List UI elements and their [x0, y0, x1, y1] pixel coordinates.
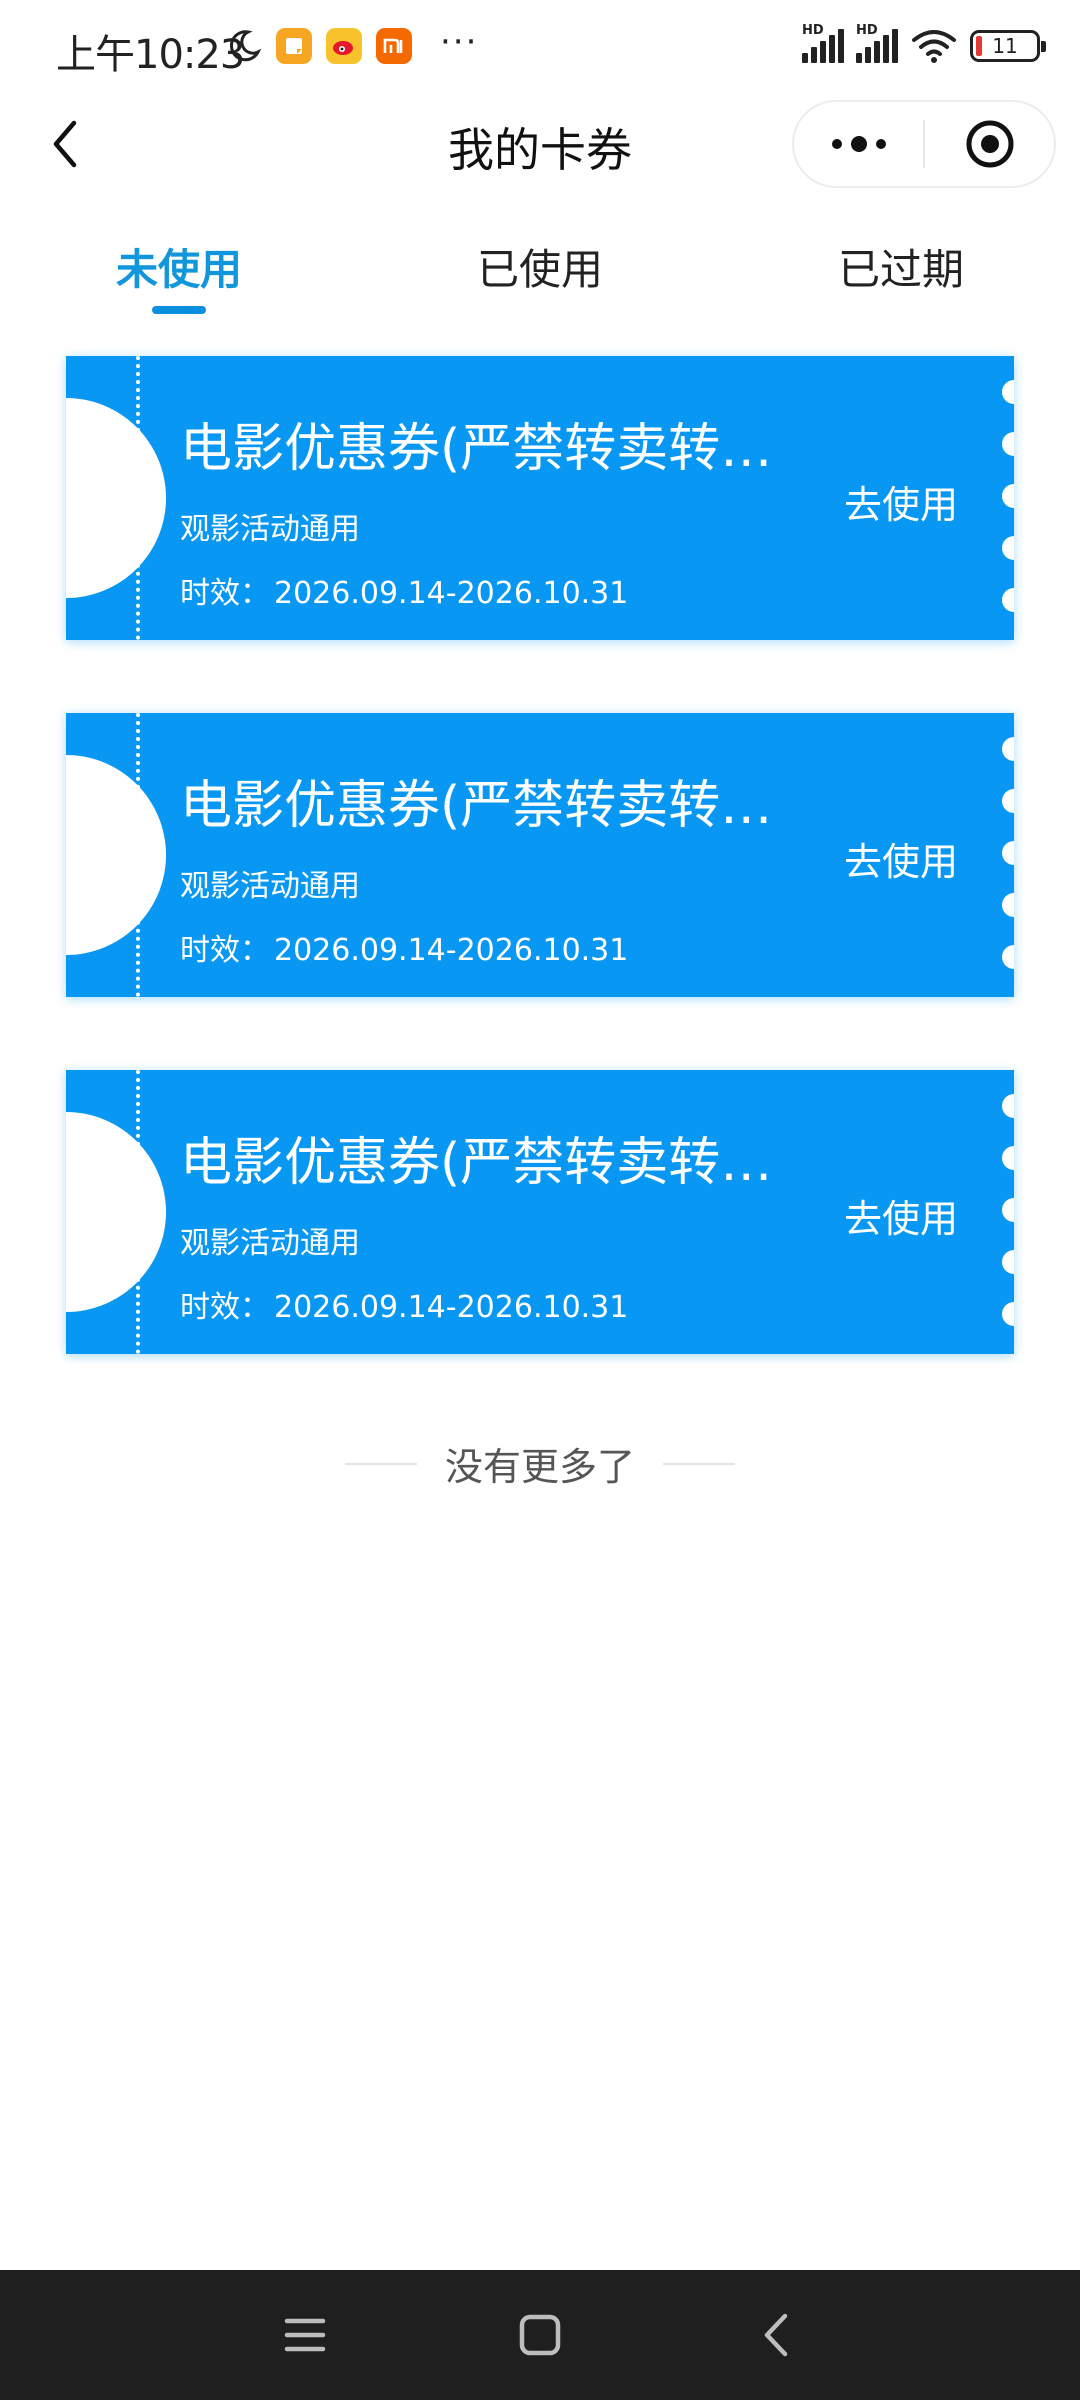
coupon-validity: 时效： 2026.09.14-2026.10.31 — [180, 568, 628, 612]
tab-expired[interactable]: 已过期 — [751, 236, 1051, 297]
list-end-indicator: 没有更多了 — [0, 1436, 1080, 1491]
status-time: 上午10:23 — [56, 32, 245, 78]
weibo-app-icon — [326, 28, 362, 64]
notes-app-icon — [276, 28, 312, 64]
coupon-validity: 时效： 2026.09.14-2026.10.31 — [180, 1282, 628, 1326]
coupon-validity: 时效： 2026.09.14-2026.10.31 — [180, 925, 628, 969]
tab-used[interactable]: 已使用 — [390, 236, 690, 297]
battery-level: 11 — [992, 34, 1018, 58]
back-icon — [764, 2313, 788, 2357]
tab-unused[interactable]: 未使用 — [29, 236, 329, 297]
coupon-perforation — [136, 356, 140, 640]
coupon-notch — [66, 755, 166, 955]
capsule-more-button[interactable] — [794, 102, 923, 186]
coupon-edge-teeth — [1002, 1094, 1014, 1354]
use-coupon-button[interactable]: 去使用 — [844, 831, 958, 886]
divider-line — [663, 1462, 735, 1465]
tab-active-indicator — [152, 306, 206, 314]
wifi-icon — [912, 30, 956, 63]
signal-1-label: HD — [802, 23, 824, 38]
list-end-text: 没有更多了 — [444, 1445, 635, 1489]
battery-icon: 11 — [970, 30, 1046, 62]
coupon-subtitle: 观影活动通用 — [180, 512, 360, 547]
coupon-validity-label: 时效： — [180, 933, 270, 968]
coupon-title: 电影优惠券(严禁转卖转… — [180, 776, 773, 836]
moon-icon — [229, 30, 262, 62]
coupon-title: 电影优惠券(严禁转卖转… — [180, 1133, 773, 1193]
mi-app-icon — [376, 28, 412, 64]
signal-2-label: HD — [856, 23, 878, 38]
coupon-notch — [66, 1112, 166, 1312]
signal-1-icon: HD — [802, 23, 844, 63]
use-coupon-button[interactable]: 去使用 — [844, 1188, 958, 1243]
coupon-card[interactable]: 电影优惠券(严禁转卖转… 观影活动通用 时效： 2026.09.14-2026.1… — [66, 713, 1014, 997]
coupon-edge-teeth — [1002, 737, 1014, 997]
miniprogram-capsule — [792, 100, 1056, 188]
page-header: 我的卡券 — [0, 96, 1080, 196]
capsule-close-button[interactable] — [925, 102, 1054, 186]
system-navigation-bar — [0, 2270, 1080, 2400]
more-notifications-icon: ··· — [440, 22, 479, 62]
coupon-perforation — [136, 713, 140, 997]
nav-back-button[interactable] — [740, 2300, 810, 2370]
use-coupon-button[interactable]: 去使用 — [844, 474, 958, 529]
signal-2-icon: HD — [856, 23, 898, 63]
coupon-validity-value: 2026.09.14-2026.10.31 — [274, 933, 629, 968]
coupon-validity-value: 2026.09.14-2026.10.31 — [274, 1290, 629, 1325]
coupon-validity-value: 2026.09.14-2026.10.31 — [274, 576, 629, 611]
nav-menu-button[interactable] — [270, 2300, 340, 2370]
divider-line — [344, 1462, 417, 1465]
coupon-title: 电影优惠券(严禁转卖转… — [180, 419, 773, 479]
status-bar: 上午10:23 ··· HD HD 11 — [0, 0, 1080, 96]
coupon-tabs: 未使用 已使用 已过期 — [0, 226, 1080, 316]
menu-icon — [284, 2318, 326, 2352]
coupon-edge-teeth — [1002, 380, 1014, 640]
target-circle-icon — [966, 120, 1013, 168]
coupon-validity-label: 时效： — [180, 576, 270, 611]
status-notification-icons — [226, 28, 412, 64]
more-dots-icon — [831, 136, 886, 152]
coupon-perforation — [136, 1070, 140, 1354]
coupon-card[interactable]: 电影优惠券(严禁转卖转… 观影活动通用 时效： 2026.09.14-2026.1… — [66, 356, 1014, 640]
coupon-validity-label: 时效： — [180, 1290, 270, 1325]
coupon-card[interactable]: 电影优惠券(严禁转卖转… 观影活动通用 时效： 2026.09.14-2026.1… — [66, 1070, 1014, 1354]
coupon-subtitle: 观影活动通用 — [180, 1226, 360, 1261]
nav-home-button[interactable] — [505, 2300, 575, 2370]
coupon-notch — [66, 398, 166, 598]
coupon-list: 电影优惠券(严禁转卖转… 观影活动通用 时效： 2026.09.14-2026.1… — [66, 356, 1014, 1427]
coupon-subtitle: 观影活动通用 — [180, 869, 360, 904]
status-system-icons: HD HD 11 — [802, 23, 1046, 64]
home-square-icon — [519, 2314, 561, 2356]
